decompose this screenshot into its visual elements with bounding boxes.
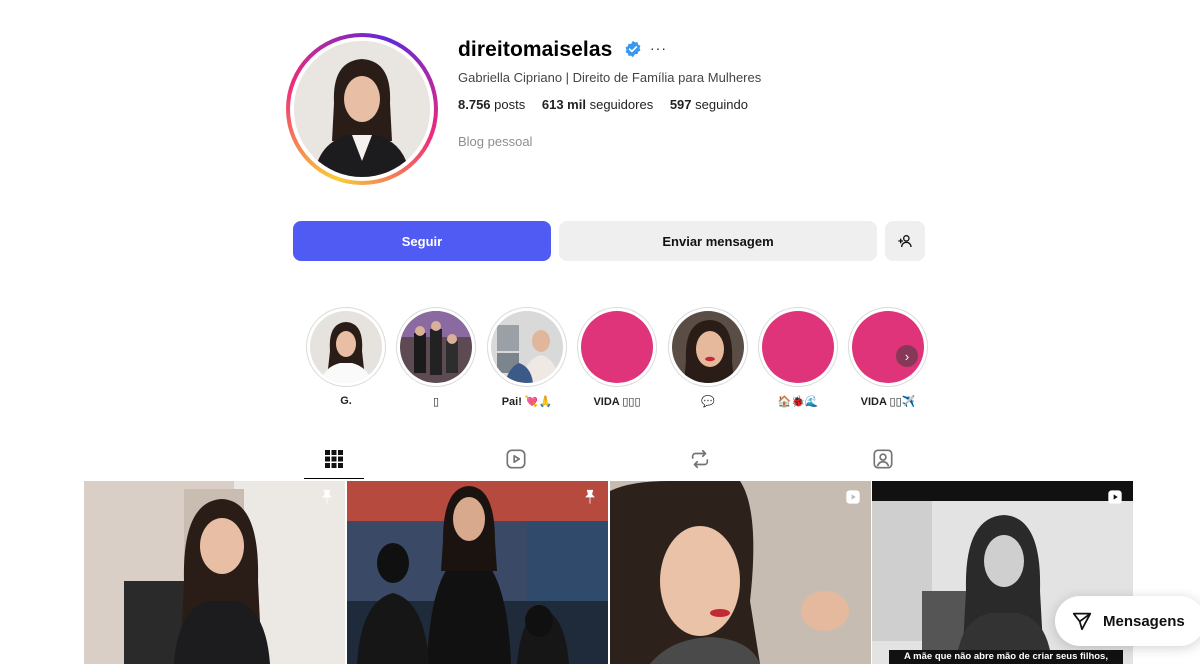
grid-icon [325,450,343,468]
following-count[interactable]: 597 seguindo [670,97,748,112]
post-thumbnail[interactable] [610,481,871,664]
reel-icon [1108,490,1122,504]
highlight-cover [491,311,563,383]
highlight-label: 💬 [701,396,715,408]
messages-button[interactable]: Mensagens [1055,596,1200,646]
avatar-photo [294,41,430,177]
post-thumbnail[interactable] [347,481,608,664]
follow-button[interactable]: Seguir [293,221,551,261]
post-caption: A mãe que não abre mão de criar seus fil… [889,650,1123,664]
highlight-item[interactable] [848,307,928,387]
highlights-next-button[interactable]: › [896,345,918,367]
profile-avatar[interactable] [286,33,438,185]
profile-category: Blog pessoal [458,134,533,149]
highlight-cover [400,311,472,383]
more-options-icon[interactable]: ··· [650,40,667,56]
tab-tagged[interactable] [853,441,913,477]
highlight-label: ▯ [432,396,440,408]
highlight-item[interactable] [487,307,567,387]
followers-count[interactable]: 613 mil seguidores [542,97,653,112]
verified-badge-icon [625,40,641,58]
tagged-icon [873,449,893,469]
send-message-button[interactable]: Enviar mensagem [559,221,877,261]
posts-count: 8.756 posts [458,97,526,112]
repost-icon [691,449,709,469]
send-icon [1072,612,1092,631]
highlight-label: G. [340,395,352,407]
post-thumbnail[interactable] [84,481,345,664]
highlight-label: Pai! 💘🙏 [501,396,553,408]
reels-icon [506,449,526,469]
pin-icon [585,489,595,504]
chevron-right-icon: › [904,348,910,364]
messages-label: Mensagens [1103,612,1185,630]
highlight-item[interactable] [396,307,476,387]
highlight-cover [310,311,382,383]
post-image [347,481,608,664]
profile-full-name: Gabriella Cipriano | Direito de Família … [458,70,762,85]
pin-icon [322,489,332,504]
reel-icon [846,490,860,504]
profile-stats: 8.756 posts 613 mil seguidores 597 segui… [458,97,761,112]
post-image [610,481,871,664]
highlight-cover [672,311,744,383]
highlight-item[interactable] [306,307,386,387]
highlight-label: 🏠🐞🌊 [777,396,819,408]
tab-posts[interactable] [304,441,364,477]
tab-reels[interactable] [486,441,546,477]
suggest-user-button[interactable] [885,221,925,261]
highlight-label: VIDA ▯▯✈️ [860,396,916,408]
highlight-label: VIDA ▯▯▯ [593,396,641,408]
highlight-item[interactable] [577,307,657,387]
post-image [84,481,345,664]
active-tab-indicator [304,478,364,479]
highlight-item[interactable] [668,307,748,387]
highlight-item[interactable] [758,307,838,387]
tab-reposts[interactable] [670,441,730,477]
add-user-icon [898,235,912,248]
profile-username: direitomaiselas [458,38,613,61]
